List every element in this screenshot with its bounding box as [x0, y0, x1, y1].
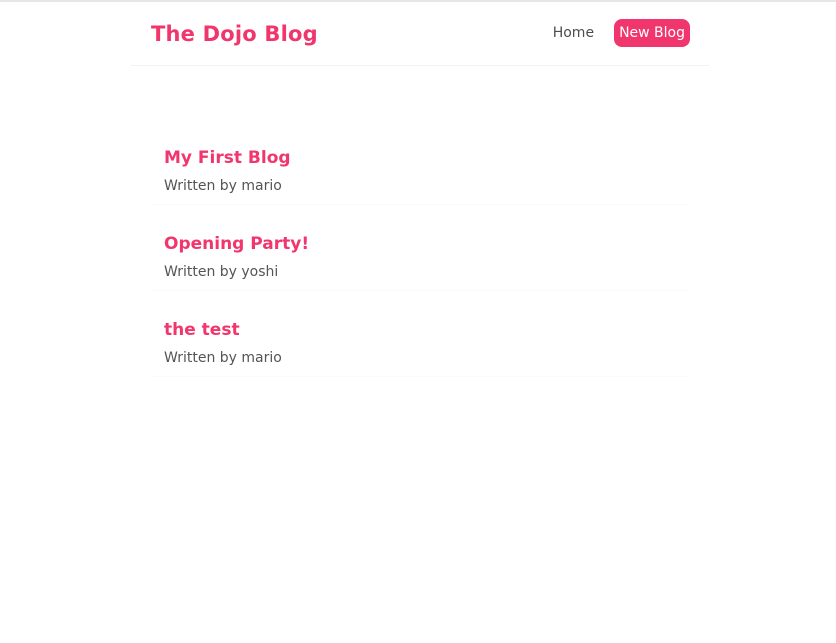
- site-title: The Dojo Blog: [151, 22, 318, 46]
- blog-title[interactable]: the test: [164, 319, 240, 341]
- blog-list: My First Blog Written by mario Opening P…: [151, 130, 689, 388]
- blog-preview[interactable]: the test Written by mario: [151, 302, 689, 377]
- blog-preview[interactable]: My First Blog Written by mario: [151, 130, 689, 205]
- blog-title[interactable]: Opening Party!: [164, 233, 309, 255]
- nav-links: Home New Blog: [553, 19, 690, 47]
- blog-preview[interactable]: Opening Party! Written by yoshi: [151, 216, 689, 291]
- blog-author: Written by yoshi: [164, 264, 279, 280]
- blog-title[interactable]: My First Blog: [164, 147, 291, 169]
- new-blog-button[interactable]: New Blog: [614, 19, 690, 47]
- navbar: The Dojo Blog Home New Blog: [131, 2, 709, 66]
- nav-home-link[interactable]: Home: [553, 25, 594, 41]
- blog-author: Written by mario: [164, 350, 282, 366]
- blog-author: Written by mario: [164, 178, 282, 194]
